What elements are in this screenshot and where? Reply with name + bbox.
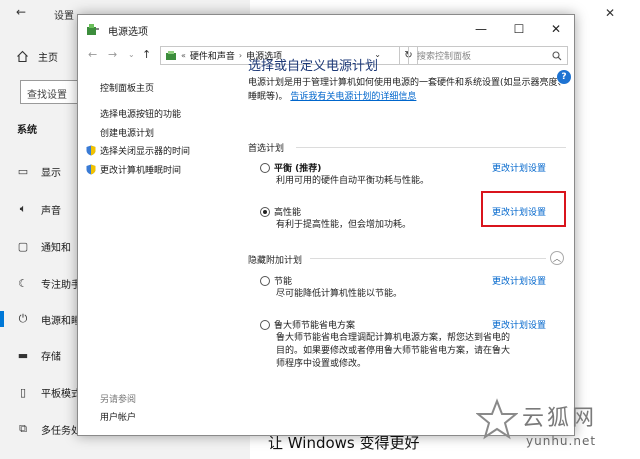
watermark-url: yunhu.net	[526, 434, 597, 448]
change-plan-settings-link-power-saver[interactable]: 更改计划设置	[492, 274, 546, 287]
tablet-icon: ▯	[19, 385, 27, 399]
power-options-icon	[87, 24, 99, 35]
recent-locations-icon[interactable]: ⌄	[128, 50, 135, 59]
sleep-time-label: 更改计算机睡眠时间	[100, 166, 182, 176]
page-title: 选择或自定义电源计划	[248, 59, 379, 74]
plan-description: 鲁大师节能省电合理调配计算机电源方案，帮您达到省电的目的。如果要修改或者停用鲁大…	[276, 333, 511, 369]
cp-home-link[interactable]: 控制面板主页	[100, 81, 154, 94]
settings-nav-storage[interactable]: ▬ 存储	[16, 345, 61, 365]
search-icon	[552, 50, 562, 60]
plan-name: 平衡 (推荐)	[274, 164, 322, 174]
user-accounts-link[interactable]: 用户帐户	[100, 410, 136, 423]
change-plan-settings-link-ludashi[interactable]: 更改计划设置	[492, 318, 546, 331]
settings-search-input[interactable]: 查找设置	[20, 80, 82, 104]
speaker-icon: 🔈︎	[19, 202, 27, 215]
minimize-button[interactable]: —	[462, 15, 500, 43]
plan-name: 节能	[274, 277, 293, 287]
highlight-annotation-box	[481, 191, 566, 227]
plan-balanced-radio[interactable]	[260, 162, 270, 173]
change-plan-settings-link-balanced[interactable]: 更改计划设置	[492, 161, 546, 174]
settings-nav-multitasking[interactable]: ⧉ 多任务处	[16, 419, 81, 439]
chevron-up-icon[interactable]: ︿	[550, 251, 564, 265]
monitor-icon: ▭	[17, 164, 29, 178]
notification-icon: ▢	[17, 239, 29, 253]
settings-nav-label: 声音	[41, 205, 61, 217]
plan-name: 高性能	[274, 208, 302, 218]
settings-nav-label: 平板模式	[41, 388, 81, 400]
plan-ludashi: 鲁大师节能省电方案 鲁大师节能省电合理调配计算机电源方案，帮您达到省电的目的。如…	[260, 318, 510, 369]
page-description: 电源计划是用于管理计算机如何使用电源的一套硬件和系统设置(如显示器亮度、睡眠等)…	[248, 76, 568, 104]
shield-icon	[86, 164, 96, 175]
plan-name: 鲁大师节能省电方案	[274, 321, 356, 331]
settings-nav-power[interactable]: ⏻ 电源和睡	[0, 309, 81, 329]
shield-icon	[86, 145, 96, 156]
star-logo-icon	[476, 398, 518, 440]
search-input[interactable]: 搜索控制面板	[408, 46, 568, 65]
settings-nav-notifications[interactable]: ▢ 通知和	[16, 236, 71, 256]
plan-ludashi-radio[interactable]	[260, 319, 270, 330]
plan-balanced: 平衡 (推荐) 利用可用的硬件自动平衡功耗与性能。	[260, 161, 429, 186]
create-power-plan-link[interactable]: 创建电源计划	[100, 126, 154, 139]
settings-nav-label: 电源和睡	[41, 315, 81, 327]
settings-nav-sound[interactable]: 🔈︎ 声音	[16, 199, 61, 219]
settings-nav-label: 存储	[41, 351, 61, 363]
settings-section-title: 系统	[17, 125, 37, 136]
moon-icon: ☾	[18, 276, 28, 290]
power-icon: ⏻	[18, 312, 28, 325]
divider	[296, 147, 566, 148]
divider	[310, 258, 546, 259]
search-placeholder: 搜索控制面板	[417, 52, 472, 62]
storage-icon: ▬	[17, 348, 29, 362]
breadcrumb-chevron-icon: «	[181, 51, 186, 60]
plan-power-saver-radio[interactable]	[260, 275, 270, 286]
see-also-label: 另请参阅	[100, 395, 137, 405]
plan-high-performance: 高性能 有利于提高性能，但会增加功耗。	[260, 205, 411, 230]
forward-arrow-icon[interactable]: →	[108, 48, 117, 61]
watermark-text: 云狐网	[522, 406, 598, 431]
plan-description: 有利于提高性能，但会增加功耗。	[276, 220, 412, 230]
plan-power-saver: 节能 尽可能降低计算机性能以节能。	[260, 274, 402, 299]
power-options-window: 电源选项 — ☐ ✕ ← → ⌄ ↑ « 硬件和声音 › 电源选项 ⌄ ↻ 搜索…	[77, 14, 575, 436]
preferred-plans-label: 首选计划	[248, 144, 285, 154]
plan-description: 利用可用的硬件自动平衡功耗与性能。	[276, 176, 430, 186]
sleep-time-link[interactable]: 更改计算机睡眠时间	[86, 163, 181, 176]
settings-nav-label: 专注助手	[41, 279, 81, 291]
breadcrumb-chevron-icon: ›	[238, 51, 243, 60]
close-button[interactable]: ✕	[537, 15, 575, 43]
learn-more-link[interactable]: 告诉我有关电源计划的详细信息	[290, 92, 416, 102]
control-panel-icon	[166, 50, 176, 60]
back-arrow-icon[interactable]: ←	[16, 5, 26, 19]
settings-nav-label: 通知和	[41, 242, 71, 254]
back-arrow-icon[interactable]: ←	[88, 48, 97, 61]
home-icon	[17, 50, 28, 63]
settings-nav-label: 显示	[41, 167, 61, 179]
display-off-time-link[interactable]: 选择关闭显示器的时间	[86, 144, 190, 157]
power-button-function-link[interactable]: 选择电源按钮的功能	[100, 107, 181, 120]
cp-window-title: 电源选项	[108, 27, 148, 38]
up-arrow-icon[interactable]: ↑	[142, 48, 151, 61]
settings-nav-label: 多任务处	[41, 425, 81, 437]
cp-titlebar: 电源选项 — ☐ ✕	[78, 15, 574, 43]
settings-nav-focus[interactable]: ☾ 专注助手	[16, 273, 81, 293]
settings-home-label: 主页	[38, 53, 58, 64]
watermark: 云狐网 yunhu.net	[470, 396, 640, 459]
plan-description: 尽可能降低计算机性能以节能。	[276, 289, 403, 299]
plan-high-performance-radio[interactable]	[260, 206, 270, 217]
settings-title: 设置	[54, 11, 74, 22]
settings-nav-tablet[interactable]: ▯ 平板模式	[16, 382, 81, 402]
settings-close-icon[interactable]: ✕	[580, 0, 640, 26]
settings-nav-display[interactable]: ▭ 显示	[16, 161, 61, 181]
settings-home-link[interactable]: 主页	[16, 49, 58, 64]
multitask-icon: ⧉	[19, 422, 27, 435]
hidden-plans-label: 隐藏附加计划	[248, 256, 303, 266]
display-off-time-label: 选择关闭显示器的时间	[100, 147, 191, 157]
maximize-button[interactable]: ☐	[500, 15, 538, 43]
breadcrumb-hardware[interactable]: 硬件和声音	[190, 49, 235, 62]
